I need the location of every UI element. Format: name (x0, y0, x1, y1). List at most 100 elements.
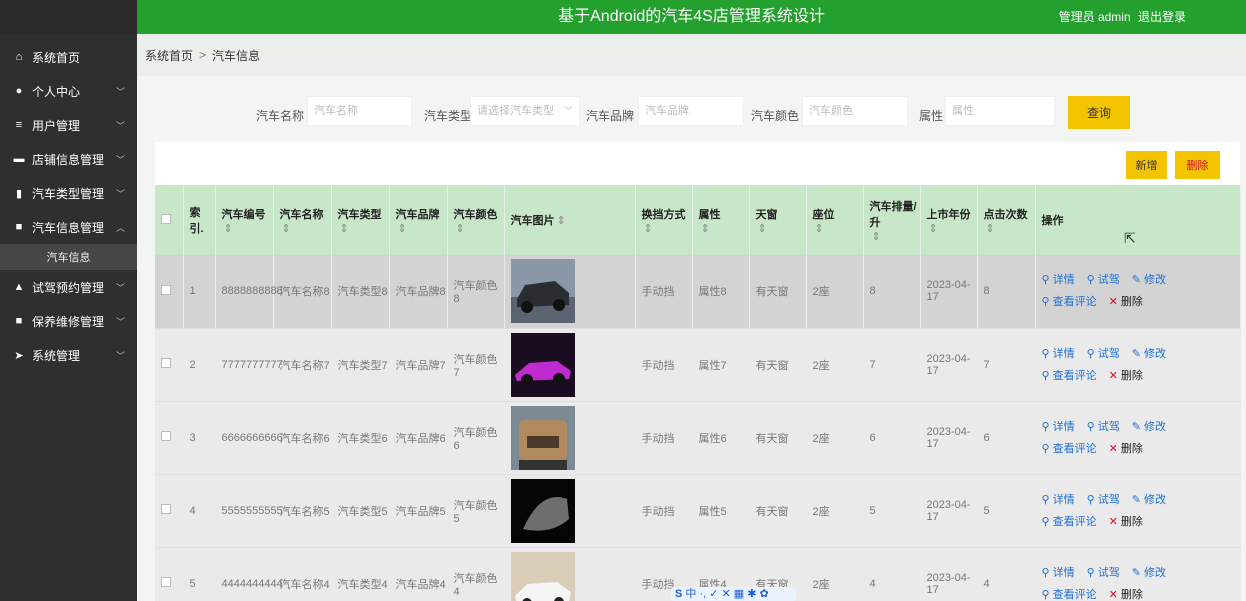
car-color-input[interactable]: 汽车颜色 (802, 96, 908, 126)
test-drive-button[interactable]: ⚲ 试驾 (1087, 348, 1120, 360)
logout-link[interactable]: 退出登录 (1138, 10, 1186, 24)
car-photo[interactable] (510, 259, 575, 324)
detail-button[interactable]: ⚲ 详情 (1042, 274, 1075, 286)
sort-icon[interactable]: ⇕ (557, 215, 566, 227)
view-reviews-button[interactable]: ⚲ 查看评论 (1042, 296, 1097, 308)
sidebar-item-0[interactable]: ⌂ 系统首页 (0, 40, 137, 74)
view-reviews-button[interactable]: ⚲ 查看评论 (1042, 516, 1097, 528)
sort-icon[interactable]: ⇕ (758, 223, 767, 235)
edit-button[interactable]: ✎ 修改 (1132, 494, 1166, 506)
select-all-checkbox-cell[interactable] (155, 185, 184, 255)
sidebar-item-5[interactable]: ■ 汽车信息管理 ︿ (0, 210, 137, 244)
edit-button[interactable]: ✎ 修改 (1132, 421, 1166, 433)
row-delete-button[interactable]: ✕ 删除 (1109, 589, 1143, 601)
th-clicks[interactable]: 点击次数 ⇕ (977, 185, 1036, 255)
row-checkbox[interactable] (161, 504, 171, 514)
cell-car-type: 汽车类型5 (331, 474, 390, 548)
sort-icon[interactable]: ⇕ (644, 223, 653, 235)
th-car-image[interactable]: 汽车图片 ⇕ (504, 185, 636, 255)
row-checkbox[interactable] (161, 577, 171, 587)
sidebar-item-8[interactable]: ➤ 系统管理 ﹀ (0, 338, 137, 372)
breadcrumb-home[interactable]: 系统首页 (145, 47, 193, 64)
query-button[interactable]: 查询 (1068, 96, 1130, 129)
detail-button[interactable]: ⚲ 详情 (1042, 421, 1075, 433)
submenu-item-car-info[interactable]: 汽车信息 (0, 244, 137, 270)
sort-icon[interactable]: ⇕ (929, 223, 938, 235)
car-name-input[interactable]: 汽车名称 (307, 96, 412, 126)
row-delete-button[interactable]: ✕ 删除 (1109, 443, 1143, 455)
sidebar-item-4[interactable]: ▮ 汽车类型管理 ﹀ (0, 176, 137, 210)
row-delete-button[interactable]: ✕ 删除 (1109, 516, 1143, 528)
row-checkbox-cell[interactable] (155, 474, 184, 548)
delete-button[interactable]: 删除 (1175, 151, 1220, 179)
th-year[interactable]: 上市年份 ⇕ (920, 185, 978, 255)
edit-button[interactable]: ✎ 修改 (1132, 274, 1166, 286)
sort-icon[interactable]: ⇕ (224, 223, 233, 235)
sort-icon[interactable]: ⇕ (282, 223, 291, 235)
th-car-no[interactable]: 汽车编号 ⇕ (215, 185, 274, 255)
row-checkbox-cell[interactable] (155, 255, 184, 329)
th-attr[interactable]: 属性 ⇕ (692, 185, 750, 255)
sort-icon[interactable]: ⇕ (456, 223, 465, 235)
attr-input[interactable]: 属性 (945, 96, 1055, 126)
detail-button[interactable]: ⚲ 详情 (1042, 567, 1075, 579)
view-reviews-button[interactable]: ⚲ 查看评论 (1042, 443, 1097, 455)
sidebar-logo-area (0, 0, 137, 34)
edit-button[interactable]: ✎ 修改 (1132, 567, 1166, 579)
th-sunroof[interactable]: 天窗 ⇕ (749, 185, 807, 255)
row-checkbox[interactable] (161, 284, 171, 295)
ime-toolbar[interactable]: S 中 ·, ✓ ✕ ▦ ✱ ✿ (671, 587, 796, 601)
table-row[interactable]: 1 8888888888 汽车名称8 汽车类型8 汽车品牌8 汽车颜色8 手动挡 属性8 有天窗… (155, 255, 1241, 329)
table-row[interactable]: 4 5555555555 汽车名称5 汽车类型5 汽车品牌5 汽车颜色5 手动挡 属性5 有天窗… (155, 474, 1241, 548)
car-photo[interactable] (510, 405, 575, 470)
edit-button[interactable]: ✎ 修改 (1132, 348, 1166, 360)
sort-icon[interactable]: ⇕ (986, 223, 995, 235)
sidebar-item-7[interactable]: ■ 保养维修管理 ﹀ (0, 304, 137, 338)
th-gearbox[interactable]: 换挡方式 ⇕ (635, 185, 693, 255)
cell-year: 2023-04-17 (920, 401, 978, 475)
car-photo[interactable] (510, 332, 575, 397)
detail-button[interactable]: ⚲ 详情 (1042, 348, 1075, 360)
row-checkbox[interactable] (161, 431, 171, 441)
add-button[interactable]: 新增 (1126, 151, 1167, 179)
th-seats[interactable]: 座位 ⇕ (806, 185, 864, 255)
sort-icon[interactable]: ⇕ (872, 231, 881, 243)
th-car-name[interactable]: 汽车名称 ⇕ (273, 185, 332, 255)
th-car-brand[interactable]: 汽车品牌 ⇕ (389, 185, 448, 255)
th-car-type[interactable]: 汽车类型 ⇕ (331, 185, 390, 255)
sidebar-item-6[interactable]: ▲ 试驾预约管理 ﹀ (0, 270, 137, 304)
sort-icon[interactable]: ⇕ (701, 223, 710, 235)
table-header-row: 索引. 汽车编号⇕ 汽车名称⇕ 汽车类型⇕ 汽车品牌⇕ 汽车颜色⇕ 汽车图片 ⇕ … (155, 185, 1241, 255)
sidebar-item-1[interactable]: ● 个人中心 ﹀ (0, 74, 137, 108)
th-displacement[interactable]: 汽车排量/升 ⇕ (863, 185, 921, 255)
row-delete-button[interactable]: ✕ 删除 (1109, 370, 1143, 382)
row-checkbox-cell[interactable] (155, 547, 184, 601)
test-drive-button[interactable]: ⚲ 试驾 (1087, 421, 1120, 433)
table-row[interactable]: 2 7777777777 汽车名称7 汽车类型7 汽车品牌7 汽车颜色7 手动挡 属性7 有天窗… (155, 328, 1241, 402)
select-all-checkbox[interactable] (161, 213, 171, 224)
sort-icon[interactable]: ⇕ (340, 223, 349, 235)
car-photo[interactable] (510, 478, 575, 543)
search-icon: ⚲ (1041, 515, 1050, 528)
test-drive-button[interactable]: ⚲ 试驾 (1087, 274, 1120, 286)
test-drive-button[interactable]: ⚲ 试驾 (1087, 567, 1120, 579)
row-checkbox-cell[interactable] (155, 401, 184, 475)
cell-seats: 2座 (806, 255, 864, 329)
view-reviews-button[interactable]: ⚲ 查看评论 (1042, 589, 1097, 601)
car-brand-input[interactable]: 汽车品牌 (638, 96, 744, 126)
sort-icon[interactable]: ⇕ (815, 223, 824, 235)
chevron-down-icon: ﹀ (115, 120, 125, 131)
sort-icon[interactable]: ⇕ (398, 223, 407, 235)
row-checkbox-cell[interactable] (155, 328, 184, 402)
view-reviews-button[interactable]: ⚲ 查看评论 (1042, 370, 1097, 382)
car-type-select[interactable]: 请选择汽车类型 ﹀ (470, 96, 580, 126)
th-car-color[interactable]: 汽车颜色 ⇕ (447, 185, 505, 255)
detail-button[interactable]: ⚲ 详情 (1042, 494, 1075, 506)
car-photo[interactable] (510, 551, 575, 601)
row-delete-button[interactable]: ✕ 删除 (1109, 296, 1143, 308)
table-row[interactable]: 3 6666666666 汽车名称6 汽车类型6 汽车品牌6 汽车颜色6 手动挡 属性6 有天窗… (155, 401, 1241, 475)
sidebar-item-2[interactable]: ≡ 用户管理 ﹀ (0, 108, 137, 142)
test-drive-button[interactable]: ⚲ 试驾 (1087, 494, 1120, 506)
sidebar-item-3[interactable]: ▬ 店铺信息管理 ﹀ (0, 142, 137, 176)
row-checkbox[interactable] (161, 358, 171, 368)
